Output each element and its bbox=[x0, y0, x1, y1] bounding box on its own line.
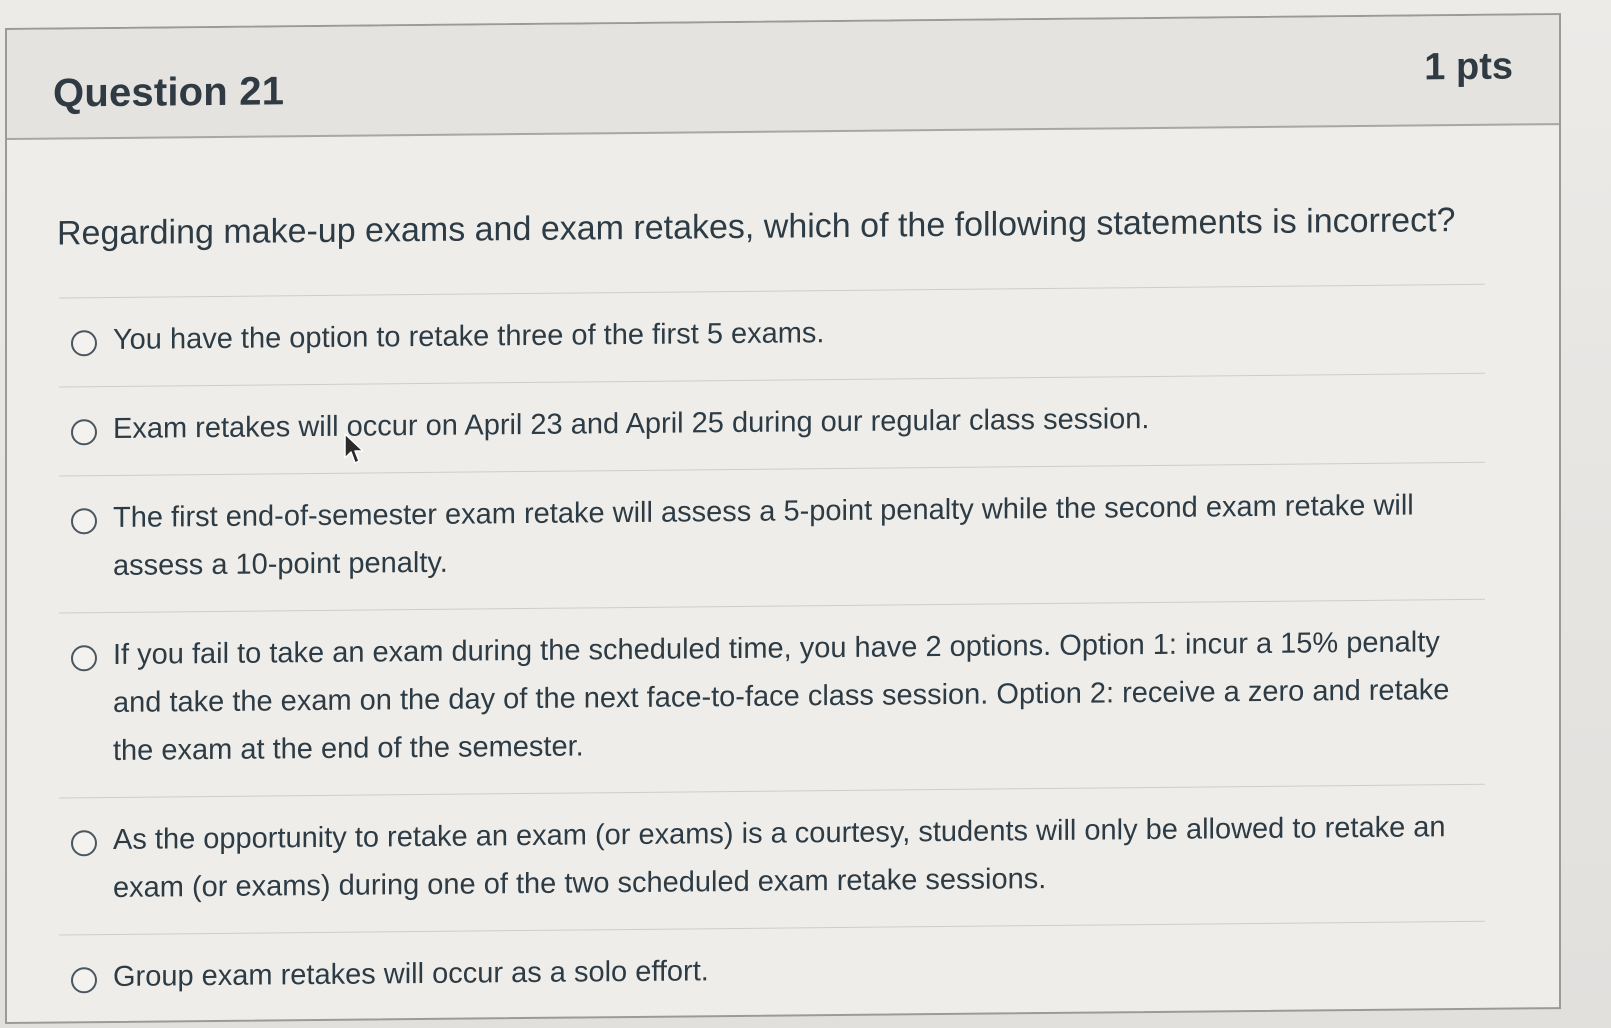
question-card: Question 21 1 pts Regarding make-up exam… bbox=[5, 13, 1561, 1025]
answer-label[interactable]: Group exam retakes will occur as a solo … bbox=[113, 947, 709, 1001]
answer-label[interactable]: Exam retakes will occur on April 23 and … bbox=[113, 395, 1149, 453]
question-header: Question 21 1 pts bbox=[7, 15, 1559, 140]
radio-button-icon[interactable] bbox=[71, 330, 97, 357]
radio-button-icon[interactable] bbox=[71, 967, 97, 994]
answer-list: You have the option to retake three of t… bbox=[59, 283, 1485, 1024]
answer-label[interactable]: You have the option to retake three of t… bbox=[113, 309, 824, 364]
radio-button-icon[interactable] bbox=[71, 645, 97, 672]
radio-button-icon[interactable] bbox=[71, 830, 97, 857]
answer-option-2[interactable]: Exam retakes will occur on April 23 and … bbox=[59, 373, 1485, 477]
question-body: Regarding make-up exams and exam retakes… bbox=[7, 125, 1559, 1024]
radio-button-icon[interactable] bbox=[71, 419, 97, 446]
page: Question 21 1 pts Regarding make-up exam… bbox=[0, 0, 1611, 1028]
question-prompt: Regarding make-up exams and exam retakes… bbox=[57, 201, 1456, 253]
mouse-pointer-icon bbox=[344, 433, 364, 464]
question-title: Question 21 bbox=[53, 69, 285, 116]
answer-option-3[interactable]: The first end-of-semester exam retake wi… bbox=[59, 462, 1485, 614]
answer-option-4[interactable]: If you fail to take an exam during the s… bbox=[59, 599, 1485, 799]
answer-label[interactable]: As the opportunity to retake an exam (or… bbox=[113, 803, 1485, 912]
question-points: 1 pts bbox=[1424, 45, 1513, 89]
answer-option-1[interactable]: You have the option to retake three of t… bbox=[59, 284, 1485, 388]
answer-label[interactable]: The first end-of-semester exam retake wi… bbox=[113, 481, 1485, 590]
radio-button-icon[interactable] bbox=[71, 508, 97, 535]
answer-option-6[interactable]: Group exam retakes will occur as a solo … bbox=[59, 922, 1485, 1024]
answer-option-5[interactable]: As the opportunity to retake an exam (or… bbox=[59, 784, 1485, 936]
answer-label[interactable]: If you fail to take an exam during the s… bbox=[113, 618, 1485, 775]
